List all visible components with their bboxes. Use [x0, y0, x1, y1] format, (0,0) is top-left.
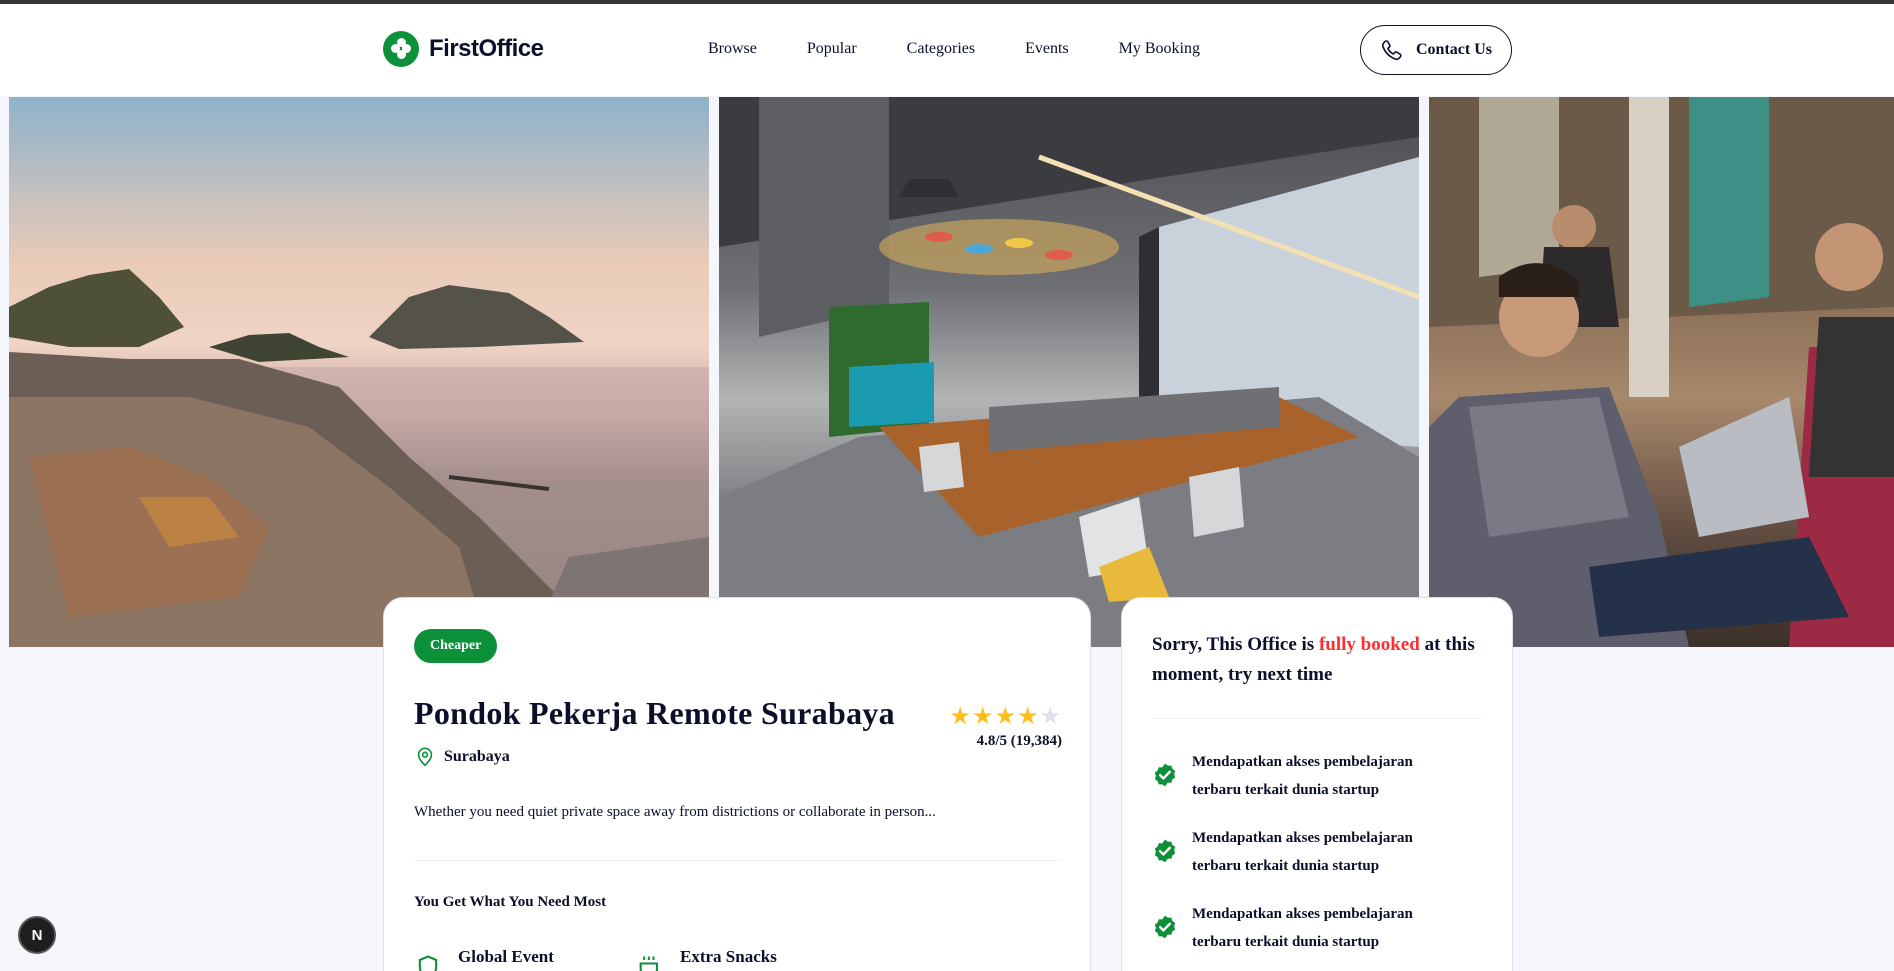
coffee-icon: [639, 956, 659, 971]
contact-us-label: Contact Us: [1416, 41, 1492, 58]
feature-extra-snacks: Extra Snacks: [636, 947, 777, 971]
fully-booked-highlight: fully booked: [1318, 634, 1420, 655]
office-title: Pondok Pekerja Remote Surabaya: [414, 695, 895, 731]
status-badge: Cheaper: [414, 629, 498, 663]
verified-check-icon: [1154, 839, 1176, 863]
star-icon: ★: [1016, 704, 1040, 730]
nav-categories[interactable]: Categories: [907, 40, 975, 58]
location-pin-icon: [417, 747, 433, 767]
brand-logo[interactable]: FirstOffice: [383, 31, 544, 67]
nav-events[interactable]: Events: [1025, 40, 1069, 58]
benefit-text: Mendapatkan akses pembelajaran terbaru t…: [1192, 754, 1413, 798]
office-description: Whether you need quiet private space awa…: [414, 804, 936, 820]
phone-icon: [1381, 40, 1402, 61]
star-icon: ★: [994, 704, 1017, 730]
feature-label: Global Event: [458, 947, 554, 966]
benefit-item: Mendapatkan akses pembelajaran terbaru t…: [1152, 748, 1432, 804]
brand-name: FirstOffice: [429, 35, 544, 62]
nav-browse[interactable]: Browse: [708, 40, 757, 58]
shield-icon: [418, 955, 438, 971]
open-office-photo[interactable]: [719, 97, 1419, 647]
feature-global-event: Global Event: [414, 947, 554, 971]
verified-check-icon: [1154, 915, 1176, 939]
logo-mark-icon: [383, 31, 419, 67]
nav-my-booking[interactable]: My Booking: [1119, 40, 1200, 58]
booking-status-message: Sorry, This Office is fully booked at th…: [1152, 630, 1492, 690]
photo-gallery: [0, 97, 1894, 647]
feature-label: Extra Snacks: [680, 947, 777, 966]
office-interior-illustration: [719, 97, 1419, 647]
benefit-item: Mendapatkan akses pembelajaran terbaru t…: [1152, 900, 1432, 956]
benefit-text: Mendapatkan akses pembelajaran terbaru t…: [1192, 830, 1413, 874]
coworking-illustration: [1429, 97, 1894, 647]
section-divider: [1152, 718, 1482, 719]
star-icon: ★: [971, 704, 995, 730]
office-location: Surabaya: [414, 746, 510, 768]
main-nav: Browse Popular Categories Events My Book…: [708, 40, 1200, 58]
coworking-people-photo[interactable]: [1429, 97, 1894, 647]
star-empty-icon: ★: [1039, 704, 1062, 730]
verified-check-icon: [1154, 763, 1176, 787]
location-label: Surabaya: [444, 748, 510, 765]
star-icon: ★: [949, 704, 972, 730]
dev-indicator-button[interactable]: N: [18, 916, 56, 954]
features-heading: You Get What You Need Most: [414, 894, 607, 910]
contact-us-button[interactable]: Contact Us: [1360, 25, 1512, 75]
nav-popular[interactable]: Popular: [807, 40, 857, 58]
coastal-city-illustration: [9, 269, 709, 647]
rating-score: 4.8/5 (19,384): [976, 733, 1062, 749]
rating-stars: ★★★★★: [949, 702, 1062, 731]
booking-message-start: Sorry, This Office is: [1152, 634, 1319, 655]
site-header: FirstOffice Browse Popular Categories Ev…: [0, 4, 1894, 96]
section-divider: [414, 860, 1062, 861]
booking-status-card: Sorry, This Office is fully booked at th…: [1121, 597, 1513, 971]
benefit-item: Mendapatkan akses pembelajaran terbaru t…: [1152, 824, 1432, 880]
coastal-city-photo[interactable]: [9, 97, 709, 647]
office-rating: ★★★★★ 4.8/5 (19,384): [949, 702, 1062, 750]
office-details-card: Cheaper Pondok Pekerja Remote Surabaya S…: [383, 597, 1091, 971]
benefit-text: Mendapatkan akses pembelajaran terbaru t…: [1192, 906, 1413, 950]
